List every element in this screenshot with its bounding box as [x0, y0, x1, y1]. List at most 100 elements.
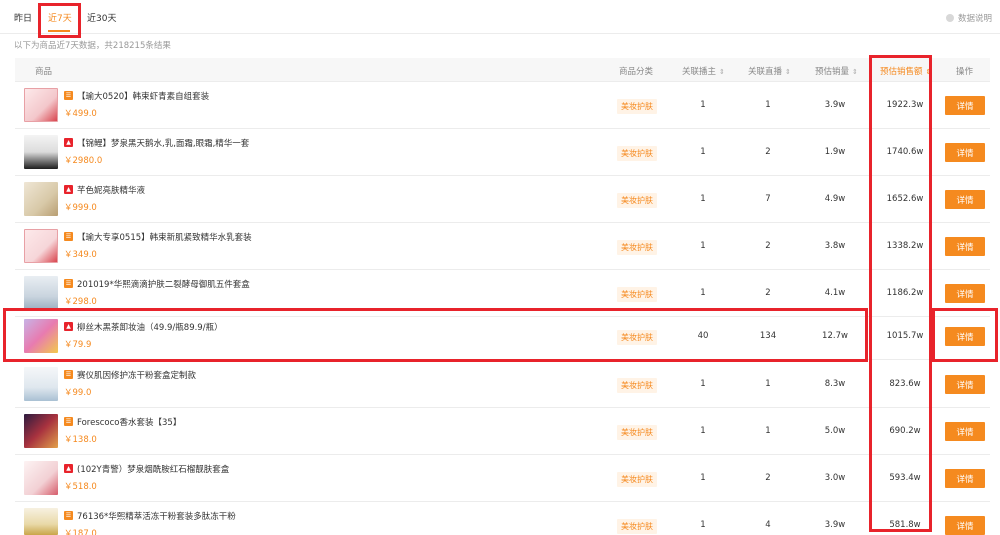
- est-volume: 3.0w: [824, 473, 846, 483]
- sort-icon[interactable]: ⇕: [785, 68, 791, 76]
- live-count: 2: [765, 473, 771, 483]
- product-name[interactable]: 201019*华熙滴滴护肤二裂酵母御肌五件套盒: [77, 278, 250, 290]
- product-name[interactable]: 赛仪肌因修护冻干粉套盒定制款: [77, 369, 196, 381]
- product-thumbnail[interactable]: [24, 367, 58, 401]
- category-tag: 美妆护肤: [617, 240, 657, 255]
- category-tag: 美妆护肤: [617, 519, 657, 534]
- col-anchors[interactable]: 关联播主 ⇕: [682, 65, 725, 77]
- detail-button[interactable]: 详情: [945, 190, 985, 209]
- category-tag: 美妆护肤: [617, 378, 657, 393]
- table-row: ☰ 【瑜大专享0515】韩束新肌紧致精华水乳套装 ￥349.0 美妆护肤 1 2…: [15, 223, 990, 270]
- product-name[interactable]: 【瑜大专享0515】韩束新肌紧致精华水乳套装: [77, 231, 252, 243]
- detail-button[interactable]: 详情: [945, 469, 985, 488]
- product-thumbnail[interactable]: [24, 182, 58, 216]
- platform-icon: ▲: [64, 464, 73, 473]
- platform-icon: ☰: [64, 511, 73, 520]
- category-tag: 美妆护肤: [617, 287, 657, 302]
- sort-icon[interactable]: ⇕: [926, 68, 932, 76]
- detail-button[interactable]: 详情: [945, 422, 985, 441]
- tab-last-30-days[interactable]: 近30天: [87, 11, 116, 24]
- platform-icon: ▲: [64, 138, 73, 147]
- live-count: 1: [765, 100, 771, 110]
- category-tag: 美妆护肤: [617, 146, 657, 161]
- table-row: ▲ 芊色妮亮肤精华液 ￥999.0 美妆护肤 1 7 4.9w 1652.6w …: [15, 176, 990, 223]
- product-thumbnail[interactable]: [24, 508, 58, 535]
- anchor-count: 1: [700, 288, 706, 298]
- sort-icon[interactable]: ⇕: [852, 68, 858, 76]
- product-price: ￥349.0: [64, 250, 97, 260]
- anchor-count: 1: [700, 520, 706, 530]
- product-thumbnail[interactable]: [24, 229, 58, 263]
- product-name[interactable]: (102Y青警）梦泉烟酰胺红石榴靓肤套盒: [77, 463, 229, 475]
- detail-button[interactable]: 详情: [945, 516, 985, 535]
- data-explanation-label: 数据说明: [957, 14, 992, 24]
- est-amount: 1922.3w: [886, 100, 924, 110]
- anchor-count: 1: [700, 194, 706, 204]
- tab-yesterday[interactable]: 昨日: [14, 11, 32, 24]
- table-row: ☰ Forescoco香水套装【35】 ￥138.0 美妆护肤 1 1 5.0w…: [15, 408, 990, 455]
- anchor-count: 1: [700, 379, 706, 389]
- product-name[interactable]: 柳丝木黑茶卸妆油（49.9/瓶89.9/瓶）: [77, 321, 223, 333]
- platform-icon: ▲: [64, 185, 73, 194]
- detail-button[interactable]: 详情: [945, 375, 985, 394]
- category-tag: 美妆护肤: [617, 193, 657, 208]
- live-count: 4: [765, 520, 771, 530]
- detail-button[interactable]: 详情: [945, 327, 985, 346]
- anchor-count: 1: [700, 426, 706, 436]
- table-row: ▲ 柳丝木黑茶卸妆油（49.9/瓶89.9/瓶） ￥79.9 美妆护肤 40 1…: [15, 313, 990, 360]
- col-anchors-label: 关联播主: [682, 67, 717, 77]
- table-header: 商品 商品分类 关联播主 ⇕ 关联直播 ⇕ 预估销量 ⇕ 预估销售额 ⇕ 操作: [15, 58, 990, 82]
- est-amount: 581.8w: [889, 520, 921, 530]
- est-amount: 1186.2w: [886, 288, 924, 298]
- detail-button[interactable]: 详情: [945, 143, 985, 162]
- est-amount: 1740.6w: [886, 147, 924, 157]
- platform-icon: ☰: [64, 91, 73, 100]
- est-volume: 4.9w: [824, 194, 846, 204]
- detail-button[interactable]: 详情: [945, 237, 985, 256]
- product-price: ￥187.0: [64, 529, 97, 535]
- product-thumbnail[interactable]: [24, 319, 58, 353]
- product-price: ￥138.0: [64, 435, 97, 445]
- product-thumbnail[interactable]: [24, 461, 58, 495]
- sort-icon[interactable]: ⇕: [719, 68, 725, 76]
- product-thumbnail[interactable]: [24, 135, 58, 169]
- product-name[interactable]: Forescoco香水套装【35】: [77, 416, 181, 428]
- est-volume: 3.9w: [824, 100, 846, 110]
- category-tag: 美妆护肤: [617, 99, 657, 114]
- product-price: ￥999.0: [64, 203, 97, 213]
- product-name[interactable]: 【瑜大0520】韩束虾青素自组套装: [77, 90, 209, 102]
- col-lives-label: 关联直播: [748, 67, 783, 77]
- highlight-tab-box: [38, 3, 81, 38]
- info-icon: [945, 14, 954, 22]
- product-price: ￥518.0: [64, 482, 97, 492]
- platform-icon: ☰: [64, 417, 73, 426]
- product-name[interactable]: 【锦鲤】梦泉黑天鹅水,乳,面霜,眼霜,精华一套: [77, 137, 249, 149]
- platform-icon: ▲: [64, 322, 73, 331]
- product-thumbnail[interactable]: [24, 88, 58, 122]
- live-count: 134: [759, 331, 777, 341]
- product-name[interactable]: 76136*华熙精萃活冻干粉套装多肽冻干粉: [77, 510, 236, 522]
- col-est-volume[interactable]: 预估销量 ⇕: [815, 65, 858, 77]
- live-count: 2: [765, 288, 771, 298]
- detail-button[interactable]: 详情: [945, 96, 985, 115]
- product-thumbnail[interactable]: [24, 276, 58, 310]
- anchor-count: 1: [700, 147, 706, 157]
- platform-icon: ☰: [64, 370, 73, 379]
- data-explanation-link[interactable]: 数据说明: [945, 12, 992, 24]
- live-count: 2: [765, 147, 771, 157]
- product-thumbnail[interactable]: [24, 414, 58, 448]
- col-est-amount[interactable]: 预估销售额 ⇕: [880, 65, 931, 77]
- est-amount: 1338.2w: [886, 241, 924, 251]
- product-name[interactable]: 芊色妮亮肤精华液: [77, 184, 145, 196]
- platform-icon: ☰: [64, 279, 73, 288]
- product-price: ￥2980.0: [64, 156, 103, 166]
- table-row: ☰ 201019*华熙滴滴护肤二裂酵母御肌五件套盒 ￥298.0 美妆护肤 1 …: [15, 270, 990, 317]
- est-volume: 8.3w: [824, 379, 846, 389]
- live-count: 2: [765, 241, 771, 251]
- anchor-count: 1: [700, 100, 706, 110]
- table-row: ☰ 76136*华熙精萃活冻干粉套装多肽冻干粉 ￥187.0 美妆护肤 1 4 …: [15, 502, 990, 535]
- detail-button[interactable]: 详情: [945, 284, 985, 303]
- col-lives[interactable]: 关联直播 ⇕: [748, 65, 791, 77]
- col-product: 商品: [35, 67, 53, 77]
- est-amount: 593.4w: [889, 473, 921, 483]
